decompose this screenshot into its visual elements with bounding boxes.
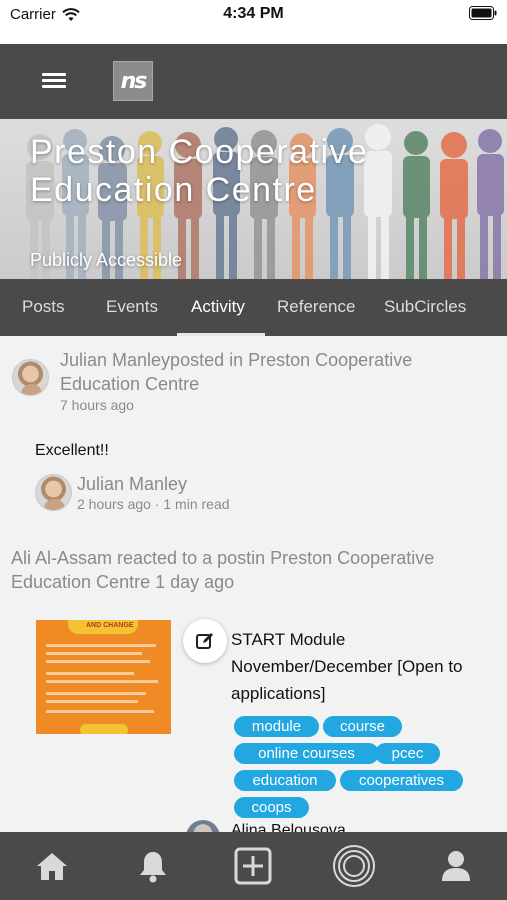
edit-icon <box>196 633 213 649</box>
app-logo[interactable]: ns <box>113 61 153 101</box>
nav-profile[interactable] <box>434 844 478 888</box>
circle-tabs: Posts Events Activity Reference SubCircl… <box>0 279 507 336</box>
tag-chip[interactable]: coops <box>234 797 309 818</box>
nav-home[interactable] <box>30 844 74 888</box>
app-bar: ns <box>0 44 507 119</box>
clock: 4:34 PM <box>223 5 284 22</box>
bottom-navigation <box>0 832 507 900</box>
post-body[interactable]: Excellent!! <box>35 442 109 460</box>
add-square-icon <box>234 847 272 885</box>
activity-text[interactable]: Ali Al-Assam reacted to a postin Preston… <box>11 548 434 569</box>
post-meta: 2 hours ago · 1 min read <box>77 496 230 512</box>
tab-reference[interactable]: Reference <box>277 297 355 317</box>
tab-posts[interactable]: Posts <box>22 297 65 317</box>
circle-access-label: Publicly Accessible <box>30 250 183 270</box>
tab-subcircles[interactable]: SubCircles <box>384 297 466 317</box>
circles-icon <box>333 845 375 887</box>
activity-text[interactable]: Julian Manleyposted in Preston Cooperati… <box>60 350 412 371</box>
thumbnail-banner-text: AND CHANGE <box>86 622 134 629</box>
tag-chip[interactable]: course <box>323 716 402 737</box>
nav-circles[interactable] <box>332 844 376 888</box>
status-bar: Carrier 4:34 PM <box>0 0 507 44</box>
tag-chip[interactable]: online courses <box>234 743 379 764</box>
tag-chip[interactable]: pcec <box>375 743 440 764</box>
post-thumbnail[interactable]: AND CHANGE <box>36 620 171 734</box>
tab-activity[interactable]: Activity <box>191 297 245 317</box>
tag-chip[interactable]: cooperatives <box>340 770 463 791</box>
nav-notifications[interactable] <box>131 844 175 888</box>
profile-icon <box>442 851 470 881</box>
activity-text-continued[interactable]: Education Centre 1 day ago <box>11 572 234 593</box>
avatar[interactable] <box>186 820 220 832</box>
circle-banner: Preston Cooperative Education Centre Pub… <box>0 119 507 279</box>
post-author-name[interactable]: Julian Manley <box>77 474 187 495</box>
next-author-name[interactable]: Alina Belousova <box>231 822 346 832</box>
circle-title: Preston Cooperative Education Centre <box>30 133 369 209</box>
activity-feed[interactable]: Julian Manleyposted in Preston Cooperati… <box>0 336 507 832</box>
hamburger-menu-icon[interactable] <box>42 70 72 94</box>
tag-chip[interactable]: education <box>234 770 336 791</box>
tab-events[interactable]: Events <box>106 297 158 317</box>
post-title[interactable]: START Module November/December [Open to … <box>231 626 471 707</box>
nav-create[interactable] <box>231 844 275 888</box>
tag-chip[interactable]: module <box>234 716 319 737</box>
post-author-avatar[interactable] <box>35 474 72 511</box>
edit-button[interactable] <box>183 619 227 663</box>
activity-text-continued[interactable]: Education Centre <box>60 374 199 395</box>
avatar[interactable] <box>12 359 49 396</box>
home-icon <box>37 853 67 880</box>
bell-icon <box>140 852 166 883</box>
activity-timestamp: 7 hours ago <box>60 397 134 413</box>
battery-icon <box>469 6 497 20</box>
